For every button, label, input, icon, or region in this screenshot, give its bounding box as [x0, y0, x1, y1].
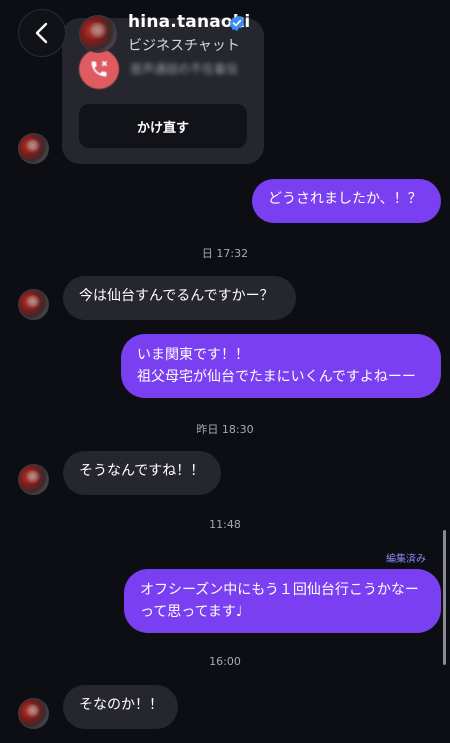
- message-line: オフシーズン中にもう１回仙台行こうかなー: [140, 582, 419, 598]
- avatar: [18, 698, 49, 729]
- chat-type-subtitle: ビジネスチャット: [128, 38, 240, 54]
- avatar: [18, 464, 49, 495]
- message-bubble-incoming[interactable]: そうなんですね！！: [63, 451, 221, 495]
- edited-label: 編集済み: [386, 554, 426, 565]
- scrollbar[interactable]: [443, 530, 446, 665]
- back-button[interactable]: [18, 9, 66, 57]
- message-bubble-outgoing[interactable]: オフシーズン中にもう１回仙台行こうかなー って思ってます♩: [124, 569, 441, 633]
- message-line: いま関東です！！: [137, 347, 249, 363]
- timestamp: 11:48: [209, 518, 241, 531]
- chevron-left-icon: [35, 22, 48, 44]
- message-bubble-outgoing[interactable]: いま関東です！！ 祖父母宅が仙台でたまにいくんですよねーー: [121, 334, 441, 398]
- timestamp: 日 17:32: [201, 247, 249, 260]
- missed-call-icon: [79, 49, 119, 89]
- timestamp: 昨日 18:30: [196, 423, 254, 436]
- header-avatar[interactable]: [79, 15, 117, 53]
- avatar: [18, 133, 49, 164]
- message-bubble-outgoing[interactable]: どうされましたか、！？: [252, 179, 441, 223]
- timestamp: 16:00: [209, 655, 241, 668]
- verified-badge-icon: [228, 14, 246, 32]
- call-back-button[interactable]: かけ直す: [79, 104, 247, 148]
- message-line: 祖父母宅が仙台でたまにいくんですよねーー: [137, 369, 416, 385]
- missed-call-label: 音声通話の不在着信: [130, 62, 239, 76]
- message-line: って思ってます♩: [140, 604, 243, 620]
- message-bubble-incoming[interactable]: そなのか！！: [63, 685, 178, 729]
- avatar: [18, 289, 49, 320]
- message-bubble-incoming[interactable]: 今は仙台すんでるんですかー？: [63, 276, 296, 320]
- phone-icon: [91, 60, 108, 77]
